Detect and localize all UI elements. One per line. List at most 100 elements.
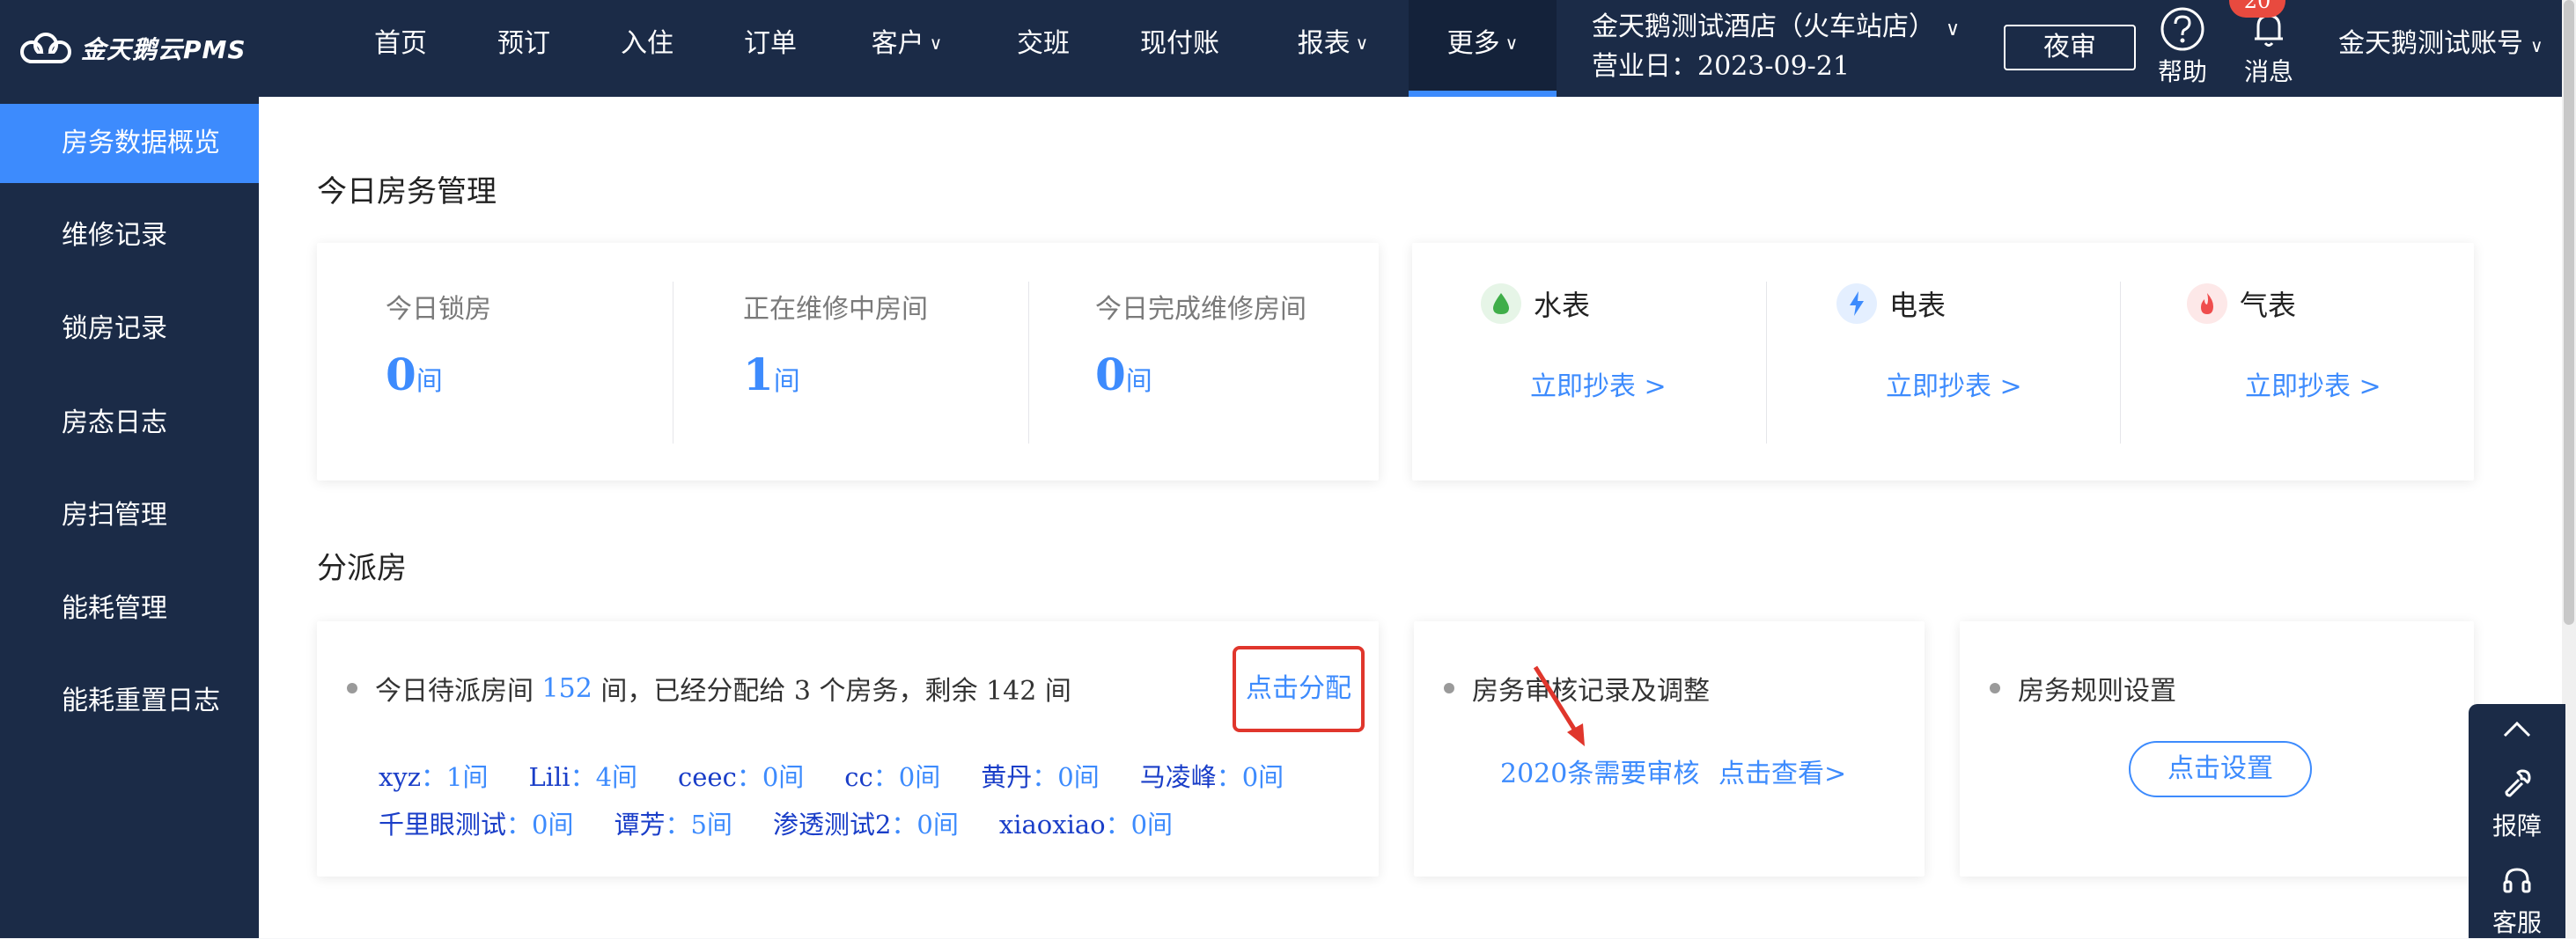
staff-assignment[interactable]: Lili：4间 <box>528 757 637 794</box>
dispatch-summary: 今日待派房间 152 间，已经分配给 3 个房务，剩余 142 间 <box>347 669 1071 708</box>
water-meter-header: 水表 <box>1481 283 1590 324</box>
staff-name: xiaoxiao <box>998 810 1106 840</box>
nav-reports[interactable]: 报表 ∨ <box>1278 0 1387 97</box>
nav-cash-account-label: 现付账 <box>1140 28 1219 59</box>
brand-logo[interactable]: 金天鹅云PMS <box>18 26 247 70</box>
staff-row: xyz：1间 Lili：4间 ceec：0间 cc：0间 黄丹：0间 马凌峰：0… <box>379 757 1324 794</box>
customer-service-button[interactable]: 客服 <box>2469 862 2565 939</box>
sidebar-item-label: 能耗管理 <box>62 593 167 624</box>
rules-setup-button[interactable]: 点击设置 <box>2129 741 2312 797</box>
review-view-link[interactable]: 点击查看> <box>1719 752 1846 790</box>
staff-count: ：0间 <box>1216 762 1284 792</box>
staff-row: 千里眼测试：0间 谭芳：5间 渗透测试2：0间 xiaoxiao：0间 <box>379 804 1213 841</box>
sidebar-item-room-log[interactable]: 房态日志 <box>0 384 259 463</box>
staff-name: 渗透测试2 <box>772 810 892 840</box>
stat-label: 今日完成维修房间 <box>1095 294 1306 325</box>
staff-assignment[interactable]: 黄丹：0间 <box>981 757 1099 794</box>
staff-count: ：4间 <box>570 762 638 792</box>
messages-button[interactable]: 消息 <box>2229 5 2308 88</box>
divider <box>1766 282 1767 444</box>
stat-value: 0 <box>1095 348 1126 400</box>
chevron-down-icon: ∨ <box>2530 35 2543 56</box>
staff-count: ：1间 <box>421 762 489 792</box>
staff-name: 谭芳 <box>614 810 666 840</box>
sidebar-item-maintenance[interactable]: 维修记录 <box>0 196 259 275</box>
nav-shift-label: 交班 <box>1017 28 1070 59</box>
divider <box>2120 282 2121 444</box>
staff-name: 黄丹 <box>981 762 1033 792</box>
nav-shift[interactable]: 交班 <box>1004 0 1083 97</box>
staff-count: ：5间 <box>665 810 732 840</box>
lightning-icon <box>1836 283 1877 324</box>
staff-count: ：0间 <box>506 810 574 840</box>
sidebar-item-locked-rooms[interactable]: 锁房记录 <box>0 290 259 369</box>
message-count-badge: 20 <box>2229 0 2285 18</box>
staff-assignment[interactable]: cc：0间 <box>844 757 940 794</box>
stat-unit: 间 <box>416 366 443 397</box>
nav-customers-label: 客户 <box>871 28 924 59</box>
sidebar-item-housekeeping[interactable]: 房扫管理 <box>0 476 259 555</box>
sidebar-item-label: 房务数据概览 <box>62 128 220 158</box>
sidebar-item-energy-reset-log[interactable]: 能耗重置日志 <box>0 662 259 741</box>
sidebar-item-energy[interactable]: 能耗管理 <box>0 569 259 649</box>
report-issue-button[interactable]: 报障 <box>2469 766 2565 842</box>
hotel-selector[interactable]: 金天鹅测试酒店（火车站店） ∨ 营业日：2023-09-21 <box>1592 9 1960 85</box>
nav-checkin-label: 入住 <box>621 28 673 59</box>
nav-booking[interactable]: 预订 <box>484 0 563 97</box>
staff-assignment[interactable]: 千里眼测试：0间 <box>379 804 573 841</box>
stat-value: 1 <box>743 348 774 400</box>
staff-count: ：0间 <box>872 762 941 792</box>
electric-meter-header: 电表 <box>1836 283 1946 324</box>
gas-meter-read-link[interactable]: 立即抄表 > <box>2245 364 2381 403</box>
review-card: 房务审核记录及调整 2020条需要审核 点击查看> <box>1414 621 1925 877</box>
electric-meter-read-link[interactable]: 立即抄表 > <box>1886 364 2022 403</box>
business-day: 营业日：2023-09-21 <box>1592 51 1850 82</box>
staff-assignment[interactable]: ceec：0间 <box>678 757 804 794</box>
night-audit-button[interactable]: 夜审 <box>2004 25 2136 70</box>
help-button[interactable]: 帮助 <box>2143 5 2222 88</box>
staff-name: 马凌峰 <box>1139 762 1217 792</box>
chevron-down-icon: ∨ <box>1505 33 1519 54</box>
staff-assignment[interactable]: 马凌峰：0间 <box>1140 757 1284 794</box>
chevron-down-icon: ∨ <box>1355 33 1369 54</box>
assign-rooms-link[interactable]: 点击分配 <box>1233 646 1365 732</box>
divider <box>1028 282 1029 444</box>
hotel-name: 金天鹅测试酒店（火车站店） <box>1592 11 1935 42</box>
flame-icon <box>2187 283 2227 324</box>
scrollbar-thumb[interactable] <box>2564 0 2574 625</box>
wrench-icon <box>2505 769 2531 797</box>
service-label: 客服 <box>2491 908 2542 937</box>
staff-name: 千里眼测试 <box>379 810 507 840</box>
dispatch-card: 今日待派房间 152 间，已经分配给 3 个房务，剩余 142 间 点击分配 x… <box>317 621 1379 877</box>
rules-title-text: 房务规则设置 <box>2018 676 2176 707</box>
staff-assignment[interactable]: xiaoxiao：0间 <box>999 804 1173 841</box>
water-drop-icon <box>1481 283 1521 324</box>
meter-reading-card: 水表 立即抄表 > 电表 立即抄表 > 气表 立即抄表 > <box>1412 243 2474 481</box>
meter-label: 电表 <box>1889 289 1947 322</box>
nav-cash-account[interactable]: 现付账 <box>1127 0 1233 97</box>
sidebar-item-label: 维修记录 <box>62 220 167 251</box>
water-meter-read-link[interactable]: 立即抄表 > <box>1530 364 1667 403</box>
stat-unit: 间 <box>773 366 800 397</box>
top-navigation-bar: 金天鹅云PMS 首页 预订 入住 订单 客户 ∨ 交班 现付账 报表 ∨ 更多 ∨ 金… <box>0 0 2576 97</box>
chevron-down-icon: ∨ <box>929 33 943 54</box>
nav-more[interactable]: 更多 ∨ <box>1409 0 1557 97</box>
sidebar-item-label: 锁房记录 <box>62 313 167 344</box>
messages-label: 消息 <box>2243 57 2293 86</box>
sidebar-item-overview[interactable]: 房务数据概览 <box>0 104 259 183</box>
annotation-arrow-icon <box>1533 665 1585 746</box>
account-menu[interactable]: 金天鹅测试账号 ∨ <box>2338 0 2543 88</box>
help-label: 帮助 <box>2157 57 2207 86</box>
nav-home[interactable]: 首页 <box>361 0 440 97</box>
nav-orders[interactable]: 订单 <box>731 0 810 97</box>
scroll-to-top-button[interactable] <box>2469 716 2565 749</box>
bullet-dot <box>1990 683 2000 693</box>
staff-assignment[interactable]: 渗透测试2：0间 <box>773 804 959 841</box>
staff-assignment[interactable]: 谭芳：5间 <box>614 804 732 841</box>
nav-checkin[interactable]: 入住 <box>607 0 687 97</box>
nav-customers[interactable]: 客户 ∨ <box>854 0 960 97</box>
nav-booking-label: 预订 <box>497 28 550 59</box>
staff-assignment[interactable]: xyz：1间 <box>379 757 488 794</box>
staff-count: ：0间 <box>736 762 805 792</box>
stat-under-repair: 正在维修中房间 1间 <box>743 287 928 400</box>
